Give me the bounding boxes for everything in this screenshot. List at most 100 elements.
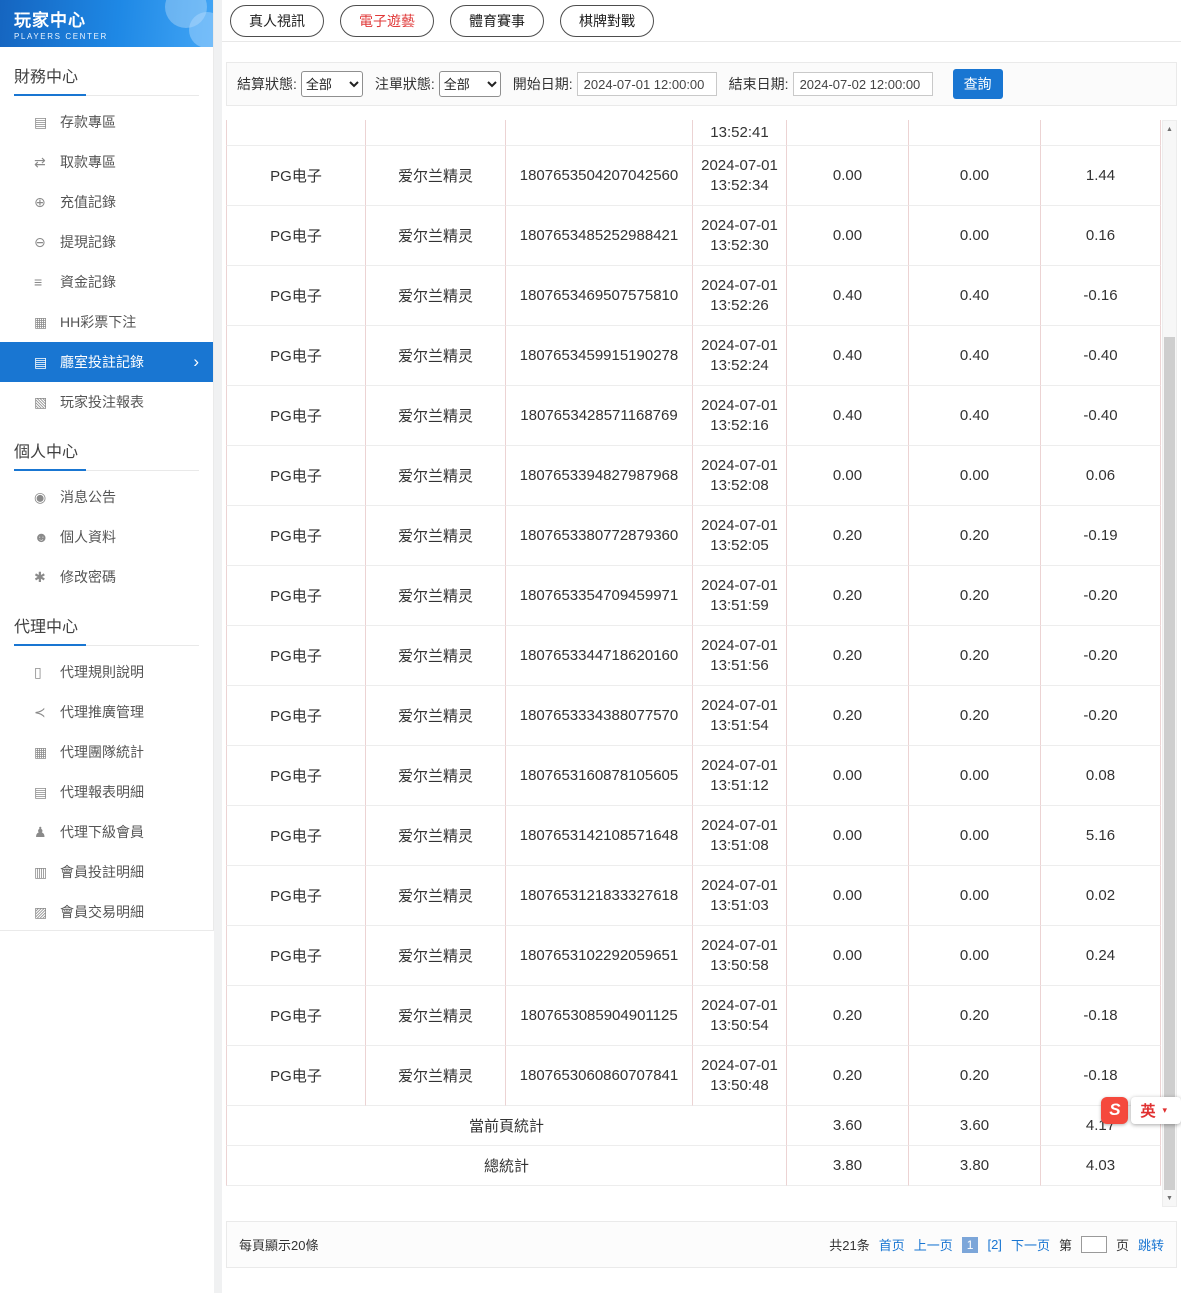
- cell-game-name: 爱尔兰精灵: [366, 626, 506, 686]
- cell-profit: -0.40: [1041, 326, 1161, 386]
- sidebar-item-member-transaction-detail[interactable]: ▨會員交易明細: [0, 892, 213, 932]
- cell-bet-amount: 0.00: [787, 206, 909, 266]
- cell-game-name: 爱尔兰精灵: [366, 146, 506, 206]
- sidebar-item-label: 消息公告: [60, 487, 116, 507]
- start-date-input[interactable]: [577, 72, 717, 96]
- translate-lang-pill[interactable]: 英 ▾: [1131, 1097, 1181, 1124]
- sidebar-item-funds-records[interactable]: ≡資金記錄: [0, 262, 213, 302]
- cell-order-number: 1807653085904901125: [506, 986, 693, 1046]
- sidebar-item-agent-promotion[interactable]: ≺代理推廣管理: [0, 692, 213, 732]
- table-row: PG电子爱尔兰精灵18076530859049011252024-07-0113…: [226, 986, 1161, 1046]
- pagination-bar: 每頁顯示20條 共21条 首页 上一页 1 [2] 下一页 第 页 跳转: [226, 1221, 1177, 1268]
- cell-bet-time: 2024-07-0113:52:30: [693, 206, 787, 266]
- cell-bet-time: 2024-07-0113:51:03: [693, 866, 787, 926]
- bet-clock: 13:50:48: [710, 1076, 768, 1096]
- sidebar-item-label: HH彩票下注: [60, 312, 136, 332]
- deposit-icon: ▤: [34, 114, 60, 131]
- bet-date: 2024-07-01: [701, 696, 778, 716]
- cell-provider: PG电子: [226, 626, 366, 686]
- table-row: PG电子爱尔兰精灵18076533547094599712024-07-0113…: [226, 566, 1161, 626]
- total-summary-bet: 3.80: [787, 1146, 909, 1186]
- bet-date: 2024-07-01: [701, 816, 778, 836]
- cell-bet-amount: 0.40: [787, 266, 909, 326]
- cell-provider: PG电子: [226, 746, 366, 806]
- table-row: PG电子爱尔兰精灵18076533948279879682024-07-0113…: [226, 446, 1161, 506]
- search-button[interactable]: 查詢: [953, 69, 1003, 99]
- page-size-text: 每頁顯示20條: [239, 1235, 318, 1254]
- table-row-page-summary: 當前頁統計3.603.604.17: [226, 1106, 1161, 1146]
- sidebar-item-label: 會員投註明細: [60, 862, 144, 882]
- tab-sports[interactable]: 體育賽事: [450, 5, 544, 37]
- sidebar-item-agent-team-stats[interactable]: ▦代理團隊統計: [0, 732, 213, 772]
- withdraw-icon: ⇄: [34, 154, 60, 171]
- page-2-link[interactable]: [2]: [987, 1237, 1001, 1252]
- scroll-up-arrow[interactable]: ▲: [1163, 122, 1176, 136]
- end-date-input[interactable]: [793, 72, 933, 96]
- cell-profit: 5.16: [1041, 806, 1161, 866]
- jump-page-input[interactable]: [1081, 1236, 1107, 1253]
- cell-bet-amount: 0.20: [787, 1046, 909, 1106]
- table-row-total-summary: 總統計3.803.804.03: [226, 1146, 1161, 1186]
- sidebar-section-list: ▯代理規則說明≺代理推廣管理▦代理團隊統計▤代理報表明細♟代理下級會員▥會員投註…: [0, 652, 213, 932]
- sidebar-item-label: 存款專區: [60, 112, 116, 132]
- sidebar-item-member-bet-detail[interactable]: ▥會員投註明細: [0, 852, 213, 892]
- sidebar-item-withdrawal[interactable]: ⇄取款專區: [0, 142, 213, 182]
- table-row: PG电子爱尔兰精灵18076535042070425602024-07-0113…: [226, 146, 1161, 206]
- tab-live-video[interactable]: 真人視訊: [230, 5, 324, 37]
- bet-clock: 13:51:56: [710, 656, 768, 676]
- tab-board-games[interactable]: 棋牌對戰: [560, 5, 654, 37]
- next-page-link[interactable]: 下一页: [1011, 1235, 1050, 1254]
- app-subtitle: PLAYERS CENTER: [14, 32, 213, 41]
- bet-date: 2024-07-01: [701, 456, 778, 476]
- sidebar-item-profile[interactable]: ☻個人資料: [0, 517, 213, 557]
- scrollbar-thumb[interactable]: [1164, 337, 1175, 1190]
- page-summary-label: 當前頁統計: [226, 1106, 787, 1146]
- sidebar-item-announcements[interactable]: ◉消息公告: [0, 477, 213, 517]
- cell-provider: PG电子: [226, 686, 366, 746]
- sidebar-item-recharge-records[interactable]: ⊕充值記錄: [0, 182, 213, 222]
- bet-clock: 13:51:54: [710, 716, 768, 736]
- cell-bet-amount: 0.40: [787, 386, 909, 446]
- sidebar-section-heading: 個人中心: [14, 438, 199, 471]
- bet-date: 2024-07-01: [701, 216, 778, 236]
- cell-game-name: 爱尔兰精灵: [366, 566, 506, 626]
- sidebar-item-deposit[interactable]: ▤存款專區: [0, 102, 213, 142]
- cell-bet-time: 2024-07-0113:52:16: [693, 386, 787, 446]
- sidebar-item-agent-rules[interactable]: ▯代理規則說明: [0, 652, 213, 692]
- cell-order-number: 1807653344718620160: [506, 626, 693, 686]
- order-status-label: 注單狀態:: [375, 74, 435, 94]
- first-page-link[interactable]: 首页: [879, 1235, 905, 1254]
- bet-clock: 13:51:59: [710, 596, 768, 616]
- funds-record-icon: ≡: [34, 274, 60, 290]
- sidebar-item-change-password[interactable]: ✱修改密碼: [0, 557, 213, 597]
- sidebar-item-agent-report-detail[interactable]: ▤代理報表明細: [0, 772, 213, 812]
- bet-clock: 13:51:08: [710, 836, 768, 856]
- sidebar-item-room-bet-records[interactable]: ▤廳室投註記錄: [0, 342, 213, 382]
- prev-page-link[interactable]: 上一页: [914, 1235, 953, 1254]
- sidebar-item-player-bet-report[interactable]: ▧玩家投注報表: [0, 382, 213, 422]
- jump-button[interactable]: 跳转: [1138, 1235, 1164, 1254]
- cell-bet-time: 2024-07-0113:51:59: [693, 566, 787, 626]
- jump-prefix-label: 第: [1059, 1235, 1072, 1254]
- cell-order-number: 1807653142108571648: [506, 806, 693, 866]
- scroll-down-arrow[interactable]: ▼: [1163, 1191, 1176, 1205]
- translate-logo-icon[interactable]: S: [1101, 1097, 1128, 1124]
- sidebar-item-agent-sub-members[interactable]: ♟代理下級會員: [0, 812, 213, 852]
- bet-clock: 13:52:26: [710, 296, 768, 316]
- cell-valid-bet: 0.00: [909, 866, 1041, 926]
- sidebar-item-withdrawal-records[interactable]: ⊖提現記錄: [0, 222, 213, 262]
- table-scrollbar[interactable]: ▲ ▼: [1162, 120, 1177, 1207]
- cell-valid-bet: 0.40: [909, 266, 1041, 326]
- tab-electronic-games[interactable]: 電子遊藝: [340, 5, 434, 37]
- current-page-indicator[interactable]: 1: [962, 1237, 979, 1253]
- bet-clock: 13:52:24: [710, 356, 768, 376]
- sidebar-item-label: 提現記錄: [60, 232, 116, 252]
- cell-profit: -0.20: [1041, 566, 1161, 626]
- settle-status-select[interactable]: 全部: [301, 71, 363, 97]
- cell-bet-time: 2024-07-0113:50:58: [693, 926, 787, 986]
- order-status-select[interactable]: 全部: [439, 71, 501, 97]
- sidebar-item-hh-lottery-bet[interactable]: ▦HH彩票下注: [0, 302, 213, 342]
- cell-game-name: 爱尔兰精灵: [366, 746, 506, 806]
- bet-clock: 13:52:30: [710, 236, 768, 256]
- cell-game-name: 爱尔兰精灵: [366, 1046, 506, 1106]
